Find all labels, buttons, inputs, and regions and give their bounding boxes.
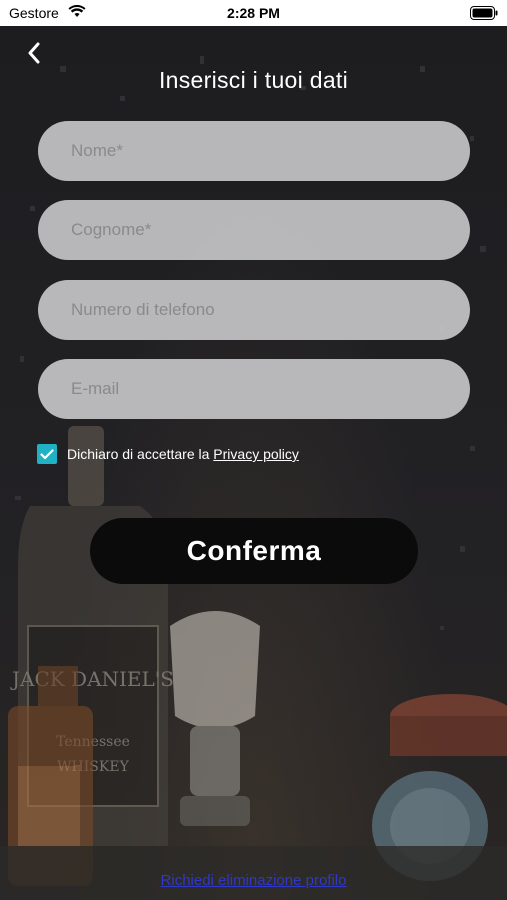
privacy-policy-link[interactable]: Privacy policy bbox=[213, 446, 299, 462]
last-name-field[interactable] bbox=[38, 200, 470, 260]
privacy-consent: Dichiaro di accettare la Privacy policy bbox=[37, 444, 299, 464]
back-button[interactable] bbox=[22, 40, 46, 66]
privacy-consent-label: Dichiaro di accettare la Privacy policy bbox=[67, 446, 299, 462]
checkmark-icon bbox=[40, 448, 54, 459]
svg-text:JACK DANIEL'S: JACK DANIEL'S bbox=[10, 667, 174, 691]
confirm-button[interactable]: Conferma bbox=[90, 518, 418, 584]
phone-input[interactable] bbox=[69, 299, 439, 321]
delete-profile-link[interactable]: Richiedi eliminazione profilo bbox=[0, 872, 507, 889]
email-input[interactable] bbox=[69, 378, 439, 400]
battery-icon bbox=[470, 6, 498, 25]
privacy-checkbox[interactable] bbox=[37, 444, 57, 464]
first-name-input[interactable] bbox=[69, 140, 439, 162]
first-name-field[interactable] bbox=[38, 121, 470, 181]
page-title: Inserisci i tuoi dati bbox=[158, 67, 349, 93]
chevron-left-icon bbox=[28, 42, 40, 64]
privacy-consent-text: Dichiaro di accettare la bbox=[67, 446, 210, 462]
last-name-input[interactable] bbox=[69, 219, 439, 241]
email-field[interactable] bbox=[38, 359, 470, 419]
status-bar: Gestore 2:28 PM bbox=[0, 0, 507, 26]
status-time: 2:28 PM bbox=[227, 5, 280, 21]
phone-field[interactable] bbox=[38, 280, 470, 340]
